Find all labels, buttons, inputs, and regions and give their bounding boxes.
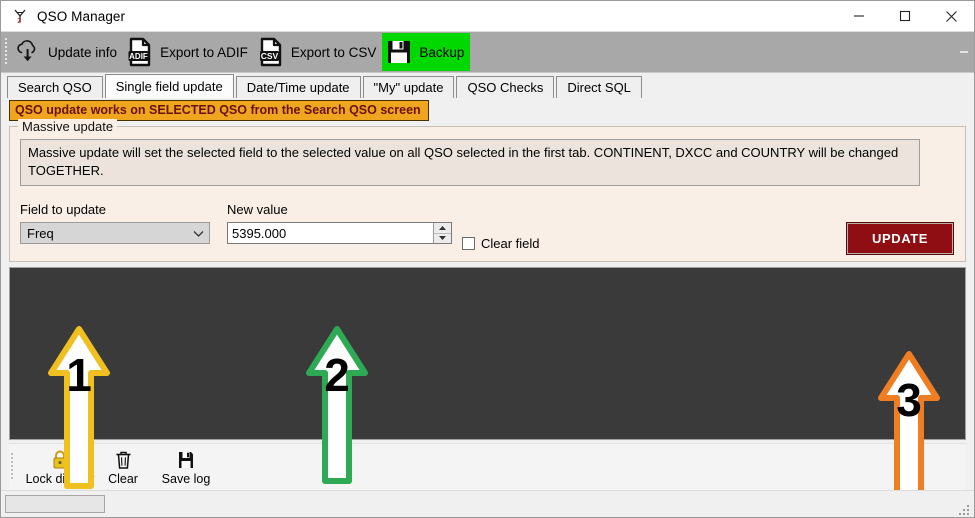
- csv-file-icon: CSV: [256, 37, 286, 67]
- main-toolbar: Update info ADIF Export to ADIF CSV Expo…: [1, 32, 974, 73]
- log-output-area[interactable]: [9, 267, 966, 440]
- lock-display-label: Lock display: [25, 471, 95, 486]
- adif-file-icon: ADIF: [125, 37, 155, 67]
- toolbar-button-update-info[interactable]: Update info: [11, 33, 123, 71]
- field-to-update-dropdown[interactable]: Freq: [20, 222, 210, 245]
- toolbar-label-update-info: Update info: [48, 44, 118, 60]
- save-log-button[interactable]: Save log: [149, 445, 223, 489]
- tab-label: Single field update: [115, 79, 223, 94]
- update-button-label: UPDATE: [871, 231, 929, 247]
- maximize-button[interactable]: [882, 2, 928, 31]
- clear-log-label: Clear: [108, 471, 138, 486]
- status-bar: [1, 490, 974, 517]
- toolbar-button-backup[interactable]: Backup: [382, 33, 471, 71]
- clear-field-checkbox[interactable]: [462, 236, 475, 250]
- tab-label: "My" update: [373, 80, 444, 95]
- chevron-down-icon: [192, 226, 205, 241]
- new-value-stepper[interactable]: [433, 223, 451, 244]
- tab-page-single-field-update: QSO update works on SELECTED QSO from th…: [1, 98, 974, 490]
- new-value-input[interactable]: [228, 223, 433, 244]
- status-panel: [5, 495, 105, 513]
- toolbar-label-backup: Backup: [419, 44, 465, 60]
- toolbar-button-export-adif[interactable]: ADIF Export to ADIF: [123, 33, 254, 71]
- new-value-block: New value: [227, 202, 452, 245]
- new-value-field[interactable]: [227, 222, 452, 245]
- massive-update-description: Massive update will set the selected fie…: [20, 139, 920, 187]
- window-title: QSO Manager: [37, 8, 126, 24]
- field-to-update-label: Field to update: [20, 202, 107, 218]
- svg-text:CSV: CSV: [261, 51, 279, 61]
- log-toolbar: Lock display Clear Save log: [9, 443, 966, 490]
- tab-label: Date/Time update: [246, 80, 350, 95]
- svg-text:ADIF: ADIF: [129, 52, 148, 61]
- cloud-download-icon: [13, 37, 43, 67]
- svg-text:2: 2: [17, 18, 21, 25]
- tab-date-time-update[interactable]: Date/Time update: [235, 76, 361, 98]
- toolbar-button-export-csv[interactable]: CSV Export to CSV: [254, 33, 383, 71]
- toolbar-drag-handle[interactable]: [3, 36, 11, 68]
- tab-label: Direct SQL: [567, 80, 631, 95]
- qso-manager-window: 2 QSO Manager Update info ADIF Export to…: [0, 0, 975, 518]
- field-to-update-block: Field to update Freq: [20, 202, 210, 245]
- save-log-label: Save log: [161, 471, 211, 486]
- tab-my-update[interactable]: "My" update: [362, 76, 455, 98]
- floppy-disk-icon: [384, 37, 414, 67]
- stepper-down-icon[interactable]: [434, 233, 451, 244]
- toolbar-label-export-adif: Export to ADIF: [160, 44, 248, 60]
- log-toolbar-drag-handle[interactable]: [9, 450, 17, 484]
- tab-strip: Search QSO Single field update Date/Time…: [1, 73, 974, 98]
- tab-direct-sql[interactable]: Direct SQL: [556, 76, 642, 98]
- toolbar-overflow-icon[interactable]: [957, 42, 971, 62]
- title-bar: 2 QSO Manager: [1, 1, 974, 32]
- new-value-label: New value: [227, 202, 288, 218]
- clear-field-label: Clear field: [481, 235, 540, 251]
- lock-display-button[interactable]: Lock display: [23, 445, 97, 489]
- stepper-up-icon[interactable]: [434, 223, 451, 234]
- floppy-disk-icon: [176, 449, 196, 471]
- massive-update-group: Massive update Massive update will set t…: [9, 119, 966, 262]
- tab-label: Search QSO: [18, 80, 92, 95]
- minimize-button[interactable]: [836, 2, 882, 31]
- group-title: Massive update: [18, 119, 118, 134]
- warning-banner: QSO update works on SELECTED QSO from th…: [9, 100, 429, 121]
- clear-log-button[interactable]: Clear: [97, 445, 149, 489]
- fields-row: Field to update Freq New value 5395.000 …: [20, 202, 955, 256]
- tab-single-field-update[interactable]: Single field update: [104, 74, 234, 98]
- toolbar-label-export-csv: Export to CSV: [290, 44, 377, 60]
- close-button[interactable]: [928, 2, 974, 31]
- field-to-update-value: Freq: [27, 225, 54, 241]
- trash-icon: [114, 449, 133, 471]
- app-icon: 2: [9, 5, 31, 27]
- tab-search-qso[interactable]: Search QSO: [7, 76, 103, 98]
- resize-grip-icon[interactable]: [957, 501, 971, 515]
- padlock-icon: [50, 449, 70, 471]
- clear-field-block[interactable]: Clear field: [462, 232, 540, 254]
- tab-label: QSO Checks: [467, 80, 544, 95]
- update-button[interactable]: UPDATE: [846, 222, 954, 256]
- tab-qso-checks[interactable]: QSO Checks: [456, 76, 555, 98]
